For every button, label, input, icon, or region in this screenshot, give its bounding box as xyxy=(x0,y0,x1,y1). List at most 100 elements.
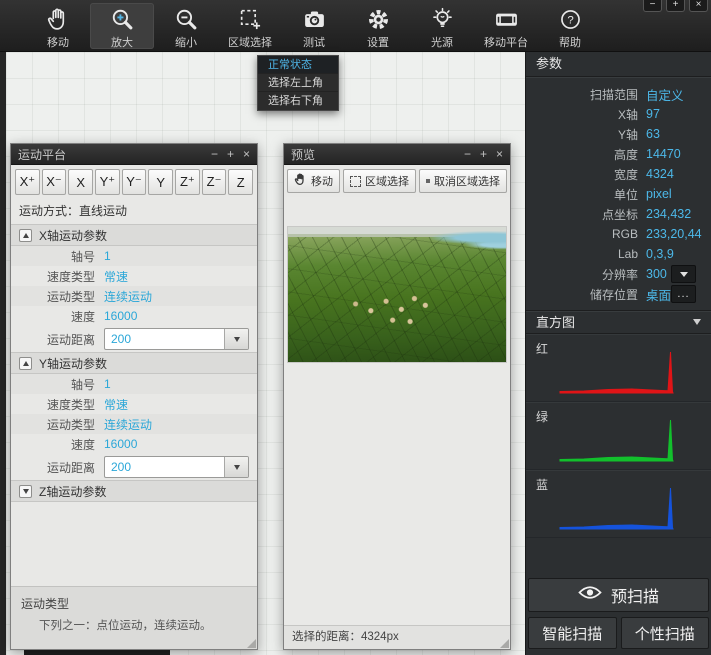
lightbulb-icon xyxy=(429,7,455,32)
help-title: 运动类型 xyxy=(21,595,247,612)
axis-button-z-plus[interactable]: Z⁺ xyxy=(175,169,200,195)
window-maximize-button[interactable]: + xyxy=(666,0,685,12)
section-header-x-axis[interactable]: X轴运动参数 xyxy=(11,224,257,246)
preview-move-button[interactable]: 移动 xyxy=(287,169,340,193)
menu-item-select-bottom-right[interactable]: 选择右下角 xyxy=(258,92,338,110)
preview-cancel-region-button[interactable]: 取消区域选择 xyxy=(419,169,507,193)
preview-body xyxy=(284,197,510,625)
scan-buttons-row: 智能扫描 个性扫描 xyxy=(528,617,709,649)
param-row-unit: 单位 pixel xyxy=(526,184,711,204)
eye-icon xyxy=(578,585,602,605)
panel-minimize-button[interactable]: − xyxy=(464,148,471,160)
tool-region-select[interactable]: 区域选择 xyxy=(218,3,282,49)
tool-settings[interactable]: 设置 xyxy=(346,3,410,49)
region-select-icon xyxy=(350,176,361,187)
collapse-up-icon xyxy=(19,357,32,370)
zoom-out-icon xyxy=(173,7,199,32)
browse-storage-button[interactable]: ... xyxy=(671,285,696,303)
y-axis-number-row: 轴号 1 xyxy=(11,374,257,394)
axis-button-z-minus[interactable]: Z⁻ xyxy=(202,169,227,195)
window-close-button[interactable]: × xyxy=(689,0,708,12)
tool-platform-label: 移动平台 xyxy=(484,34,528,50)
collapse-down-icon xyxy=(19,485,32,498)
axis-jog-buttons: X⁺ X⁻ X Y⁺ Y⁻ Y Z⁺ Z⁻ Z xyxy=(11,165,257,198)
region-select-icon xyxy=(237,7,263,32)
param-row-storage: 储存位置 桌面 ... xyxy=(526,284,711,304)
preview-panel: 预览 − + × 移动 区域选择 取消区域选择 xyxy=(283,143,511,650)
preview-image[interactable] xyxy=(287,226,507,363)
preview-region-select-button[interactable]: 区域选择 xyxy=(343,169,416,193)
panel-close-button[interactable]: × xyxy=(496,148,503,160)
tool-zoom-out-label: 缩小 xyxy=(175,34,197,50)
tool-light[interactable]: 光源 xyxy=(410,3,474,49)
tool-zoom-in[interactable]: 放大 xyxy=(90,3,154,49)
menu-item-normal-state[interactable]: 正常状态 xyxy=(258,56,338,74)
window-minimize-button[interactable]: − xyxy=(643,0,662,12)
param-row-resolution: 分辨率 300 xyxy=(526,264,711,284)
chevron-down-icon xyxy=(693,319,701,325)
tool-test[interactable]: 测试 xyxy=(282,3,346,49)
histogram-blue: 蓝 xyxy=(526,470,711,538)
axis-button-x-plus[interactable]: X⁺ xyxy=(15,169,40,195)
window-controls: − + × xyxy=(643,0,708,12)
panel-maximize-button[interactable]: + xyxy=(227,148,234,160)
tool-light-label: 光源 xyxy=(431,34,453,50)
green-histogram-curve xyxy=(556,416,686,464)
motion-panel-title: 运动平台 xyxy=(18,146,211,163)
axis-button-y-plus[interactable]: Y⁺ xyxy=(95,169,120,195)
panel-minimize-button[interactable]: − xyxy=(211,148,218,160)
camera-icon xyxy=(301,7,327,32)
platform-icon xyxy=(493,7,519,32)
motion-panel-titlebar[interactable]: 运动平台 − + × xyxy=(11,144,257,165)
axis-button-x[interactable]: X xyxy=(68,169,93,195)
y-speed-type-row: 速度类型 常速 xyxy=(11,394,257,414)
axis-button-y-minus[interactable]: Y⁻ xyxy=(122,169,147,195)
param-row-x-axis: X轴 97 xyxy=(526,104,711,124)
panel-maximize-button[interactable]: + xyxy=(480,148,487,160)
tool-help-label: 帮助 xyxy=(559,34,581,50)
tool-move[interactable]: 移动 xyxy=(26,3,90,49)
tool-platform[interactable]: 移动平台 xyxy=(474,3,538,49)
selected-distance-label: 选择的距离：4324px xyxy=(292,631,399,643)
gear-icon xyxy=(365,7,391,32)
x-distance-dropdown-button[interactable] xyxy=(224,329,248,349)
histogram-red: 红 xyxy=(526,334,711,402)
preview-panel-title: 预览 xyxy=(291,146,464,163)
axis-button-z[interactable]: Z xyxy=(228,169,253,195)
panel-close-button[interactable]: × xyxy=(243,148,250,160)
parameters-panel: 参数 扫描范围 自定义 X轴 97 Y轴 63 高度 14470 宽度 4324 xyxy=(525,52,711,655)
app-window: 移动 放大 缩小 区域选择 测试 xyxy=(0,0,711,655)
resize-grip[interactable] xyxy=(247,639,256,648)
param-row-scan-range: 扫描范围 自定义 xyxy=(526,84,711,104)
preview-statusbar: 选择的距离：4324px xyxy=(284,625,510,649)
param-row-y-axis: Y轴 63 xyxy=(526,124,711,144)
collapse-up-icon xyxy=(19,229,32,242)
resize-grip[interactable] xyxy=(500,639,509,648)
motion-platform-panel: 运动平台 − + × X⁺ X⁻ X Y⁺ Y⁻ Y Z⁺ Z⁻ Z 运动方式：… xyxy=(10,143,258,650)
smart-scan-button[interactable]: 智能扫描 xyxy=(528,617,617,649)
histogram-header[interactable]: 直方图 xyxy=(526,310,711,334)
help-description: 下列之一：点位运动，连续运动。 xyxy=(39,617,247,633)
tool-settings-label: 设置 xyxy=(367,34,389,50)
y-distance-combobox[interactable]: 200 xyxy=(104,456,249,478)
x-distance-combobox[interactable]: 200 xyxy=(104,328,249,350)
motion-panel-controls: − + × xyxy=(211,148,250,160)
tool-zoom-out[interactable]: 缩小 xyxy=(154,3,218,49)
axis-button-y[interactable]: Y xyxy=(148,169,173,195)
resolution-dropdown-button[interactable] xyxy=(671,265,696,283)
prescan-button[interactable]: 预扫描 xyxy=(528,578,709,612)
custom-scan-button[interactable]: 个性扫描 xyxy=(621,617,710,649)
zoom-in-icon xyxy=(109,7,135,32)
preview-panel-titlebar[interactable]: 预览 − + × xyxy=(284,144,510,165)
axis-button-x-minus[interactable]: X⁻ xyxy=(42,169,67,195)
y-distance-dropdown-button[interactable] xyxy=(224,457,248,477)
parameters-rows: 扫描范围 自定义 X轴 97 Y轴 63 高度 14470 宽度 4324 单位… xyxy=(526,77,711,304)
blue-histogram-curve xyxy=(556,484,686,532)
section-header-z-axis[interactable]: Z轴运动参数 xyxy=(11,480,257,502)
y-speed-row: 速度 16000 xyxy=(11,434,257,454)
tool-region-select-label: 区域选择 xyxy=(228,34,272,50)
tool-help[interactable]: ? 帮助 xyxy=(538,3,602,49)
param-row-rgb: RGB 233,20,44 xyxy=(526,224,711,244)
menu-item-select-top-left[interactable]: 选择左上角 xyxy=(258,74,338,92)
section-header-y-axis[interactable]: Y轴运动参数 xyxy=(11,352,257,374)
